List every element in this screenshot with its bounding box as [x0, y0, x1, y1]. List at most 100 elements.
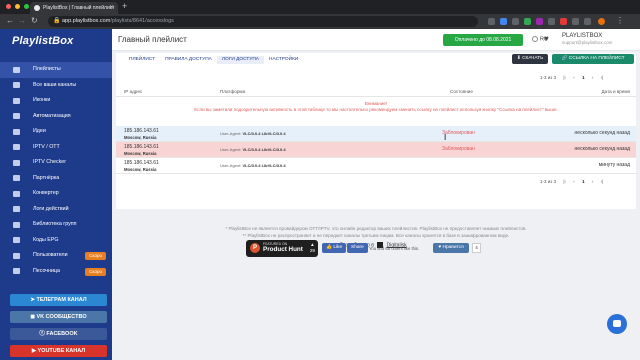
extension-icon[interactable] [536, 18, 543, 25]
sidebar-item-label: IPTV / OTT [33, 143, 60, 150]
first-page-icon[interactable]: |‹ [563, 179, 566, 184]
table-row[interactable]: 185.186.143.61 Moscow, Russia User-Agent… [116, 126, 636, 142]
user-agent-value: VLC/3.0.4 LibVLC/3.0.4 [242, 131, 286, 136]
forward-icon[interactable]: → [18, 16, 26, 25]
tab-access-logs[interactable]: ЛОГИ ДОСТУПА [216, 56, 265, 64]
sidebar-item-label: Коды EPG [33, 236, 59, 243]
current-page[interactable]: 1 [582, 75, 585, 80]
paid-until-button[interactable]: Оплачено до 08.08.2021 [443, 34, 523, 46]
monitor-icon [13, 159, 20, 166]
next-page-icon[interactable]: › [592, 75, 594, 80]
user-agent-value: VLC/3.0.4 LibVLC/3.0.4 [242, 163, 286, 168]
disclaimer: * PlaylistBox не является провайдером OT… [112, 225, 640, 239]
users-icon [13, 252, 20, 259]
screen: PlaylistBox | Главный плейлист ✕ + ← → ↻… [0, 0, 640, 360]
top-bar: Главный плейлист Оплачено до 08.08.2021 … [112, 29, 640, 51]
column-header: Дата и время [601, 89, 631, 94]
automation-icon [13, 113, 20, 119]
sidebar-item-ideas[interactable]: Идеи [0, 124, 112, 140]
sidebar-item-group-library[interactable]: Библиотека групп [0, 217, 112, 233]
new-tab-icon[interactable]: + [122, 1, 127, 11]
maximize-window-button[interactable] [24, 4, 29, 9]
extension-icon[interactable] [500, 18, 507, 25]
library-icon [13, 221, 20, 228]
sidebar-item-icons[interactable]: Иконки [0, 93, 112, 109]
next-page-icon[interactable]: › [592, 179, 594, 184]
extension-icon[interactable] [488, 18, 495, 25]
sidebar-item-label: Иконки [33, 97, 51, 103]
soon-badge: Скоро [85, 252, 106, 260]
prev-page-icon[interactable]: ‹ [573, 179, 575, 184]
facebook-like-button[interactable]: 👍 Like [322, 243, 347, 253]
app-logo[interactable]: PlaylistBox [12, 35, 74, 47]
table-row[interactable]: 185.186.143.61 Moscow, Russia User-Agent… [116, 142, 636, 158]
browser-menu-icon[interactable]: ⋮ [616, 16, 624, 25]
close-window-button[interactable] [6, 4, 11, 9]
user-agent: User-Agent: VLC/3.0.4 LibVLC/3.0.4 [220, 147, 286, 152]
last-page-icon[interactable]: ›| [601, 179, 604, 184]
security-warning: Внимание! Если вы заметили подозрительну… [116, 101, 636, 113]
user-agent-label: User-Agent: [220, 163, 242, 168]
telegram-channel-button[interactable]: ➤ ТЕЛЕГРАМ КАНАЛ [10, 294, 107, 306]
sidebar-item-label: Логи действий [33, 205, 69, 212]
tab-access-rules[interactable]: ПРАВИЛА ДОСТУПА [160, 56, 217, 64]
user-agent: User-Agent: VLC/3.0.4 LibVLC/3.0.4 [220, 163, 286, 168]
first-page-icon[interactable]: |‹ [563, 75, 566, 80]
extension-icon[interactable] [584, 18, 591, 25]
minimize-window-button[interactable] [15, 4, 20, 9]
sidebar-item-channels[interactable]: Все ваши каналы [0, 78, 112, 94]
pagination-bottom: 1-3 из 3 |‹ ‹ 1 › ›| [534, 179, 603, 184]
extension-icon[interactable] [560, 18, 567, 25]
log-icon [13, 206, 20, 212]
download-button[interactable]: ⬇ СКАЧАТЬ [512, 54, 548, 64]
sidebar-item-iptv-checker[interactable]: IPTV Checker [0, 155, 112, 171]
reload-icon[interactable]: ↻ [31, 16, 38, 25]
product-hunt-badge[interactable]: P FEATURED ON Product Hunt ▲ 29 [246, 240, 318, 257]
user-name[interactable]: PLAYLISTBOX [562, 33, 602, 39]
playlist-link-button[interactable]: 🔗 ССЫЛКА НА ПЛЕЙЛИСТ [552, 54, 634, 64]
prev-page-icon[interactable]: ‹ [573, 75, 575, 80]
sidebar-item-label: Конвертер [33, 190, 59, 196]
last-page-icon[interactable]: ›| [601, 75, 604, 80]
sidebar-item-converter[interactable]: Конвертер [0, 186, 112, 202]
sidebar-item-iptv-ott[interactable]: IPTV / OTT [0, 140, 112, 156]
sidebar-item-label: Библиотека групп [33, 221, 77, 227]
browser-tab[interactable]: PlaylistBox | Главный плейлист ✕ [30, 2, 118, 14]
tab-settings[interactable]: НАСТРОЙКИ [264, 56, 303, 64]
vk-like-button[interactable]: ♥ Нравится [433, 243, 469, 253]
vk-community-button[interactable]: ◼ VK СООБЩЕСТВО [10, 311, 107, 323]
sidebar-item-epg-codes[interactable]: Коды EPG [0, 233, 112, 249]
extension-icon[interactable] [548, 18, 555, 25]
sidebar-item-affiliate[interactable]: Партнёрка [0, 171, 112, 187]
heart-icon[interactable]: ♥ [544, 34, 549, 43]
facebook-share-button[interactable]: Share [347, 243, 368, 253]
sidebar-item-playlists[interactable]: Плейлисты [0, 62, 112, 78]
url-host: app.playlistbox.com [62, 18, 111, 24]
sidebar-item-label: Плейлисты [33, 66, 61, 72]
extension-icon[interactable] [512, 18, 519, 25]
profile-avatar[interactable] [598, 18, 605, 25]
facebook-like-count: You and 65 others like this. [369, 246, 420, 251]
playlist-icon [13, 66, 20, 73]
current-page[interactable]: 1 [582, 179, 585, 184]
status: Заблокирован [442, 146, 475, 152]
close-tab-icon[interactable]: ✕ [109, 2, 114, 14]
extension-icon[interactable] [572, 18, 579, 25]
location: Moscow, Russia [124, 167, 157, 172]
facebook-button[interactable]: ⓕ FACEBOOK [10, 328, 107, 340]
youtube-channel-button[interactable]: ▶ YOUTUBE КАНАЛ [10, 345, 107, 357]
channels-icon [13, 82, 20, 88]
sidebar-item-logs[interactable]: Логи действий [0, 202, 112, 218]
address-bar[interactable]: 🔒 app.playlistbox.com/playlists/8641/acc… [48, 16, 478, 27]
sidebar-item-users[interactable]: Пользователи Скоро [0, 248, 112, 264]
table-row[interactable]: 185.186.143.61 Moscow, Russia User-Agent… [116, 158, 636, 174]
extension-icon[interactable] [524, 18, 531, 25]
back-icon[interactable]: ← [6, 16, 14, 25]
tv-icon [13, 144, 20, 150]
location: Moscow, Russia [124, 151, 157, 156]
sidebar-item-automation[interactable]: Автоматизация [0, 109, 112, 125]
tab-playlist[interactable]: ПЛЕЙЛИСТ [124, 56, 160, 64]
user-agent-label: User-Agent: [220, 131, 242, 136]
chat-support-button[interactable] [607, 314, 627, 334]
sidebar-item-sandbox[interactable]: Песочница Скоро [0, 264, 112, 280]
